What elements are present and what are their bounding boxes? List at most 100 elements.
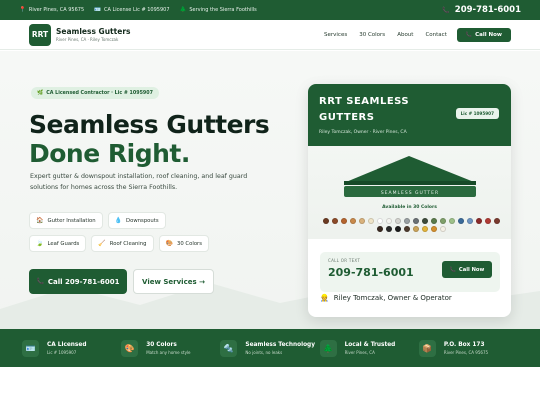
chip-gutter-installation[interactable]: 🏠 Gutter Installation — [29, 212, 103, 229]
feature-local: 🌲 Local & Trusted River Pines, CA — [319, 339, 419, 357]
card-subtitle: Riley Tomczak, Owner · River Pines, CA — [319, 130, 407, 135]
color-swatch[interactable] — [412, 226, 419, 232]
color-swatch[interactable] — [412, 218, 419, 224]
feature-sub: River Pines, CA — [344, 349, 375, 355]
worker-icon: 👷 — [320, 294, 329, 302]
id-card-icon: 🪪 — [22, 339, 39, 357]
color-swatch[interactable] — [367, 218, 374, 224]
color-swatch[interactable] — [421, 226, 428, 232]
color-swatch[interactable] — [475, 218, 482, 224]
feature-colors: 🎨 30 Colors Match any home style — [121, 339, 220, 357]
feature-seamless: 🔩 Seamless Technology No joints, no leaks — [220, 339, 319, 357]
color-swatch[interactable] — [322, 218, 329, 224]
chip-label: Downspouts — [126, 217, 159, 224]
roof-fascia — [344, 181, 476, 185]
license-badge: 🌿 CA Licensed Contractor · Lic # 1095907 — [31, 87, 159, 99]
color-swatch[interactable] — [430, 218, 437, 224]
color-swatch[interactable] — [448, 218, 455, 224]
color-swatch[interactable] — [358, 218, 365, 224]
nav-link-services[interactable]: Services — [324, 32, 347, 38]
color-swatch[interactable] — [385, 226, 392, 232]
feature-sub: Match any home style — [146, 349, 191, 355]
color-swatch[interactable] — [376, 226, 383, 232]
nav-call-now-button[interactable]: 📞 Call Now — [456, 27, 511, 42]
card-call-now-button[interactable]: 📞 Call Now — [442, 261, 492, 278]
color-swatch[interactable] — [394, 218, 401, 224]
color-swatch[interactable] — [340, 218, 347, 224]
droplet-icon: 💧 — [114, 217, 123, 224]
service-chips: 🏠 Gutter Installation 💧 Downspouts 🍃 Leaf G… — [29, 212, 229, 258]
color-swatch[interactable] — [331, 218, 338, 224]
color-swatch[interactable] — [457, 218, 464, 224]
color-swatch[interactable] — [376, 218, 383, 224]
brand-subtitle: River Pines, CA · Riley Tomczak — [56, 37, 119, 42]
feature-sub: Lic # 1095907 — [47, 349, 77, 355]
hero-call-button[interactable]: 📞 Call 209-781-6001 — [29, 269, 127, 294]
wrench-icon: 🔩 — [220, 339, 238, 357]
license-item: 🪪 CA License Lic # 1095907 — [94, 7, 169, 13]
gutter-illustration: SEAMLESS GUTTER — [344, 156, 476, 197]
owner-line: 👷 Riley Tomczak, Owner & Operator — [320, 294, 452, 302]
color-swatch[interactable] — [403, 226, 410, 232]
color-swatch[interactable] — [493, 218, 500, 224]
card-header: RRT SEAMLESS GUTTERS Riley Tomczak, Owne… — [308, 84, 511, 146]
palette-icon: 🎨 — [165, 240, 173, 247]
location-text: River Pines, CA 95675 — [28, 7, 85, 13]
chip-leaf-guards[interactable]: 🍃 Leaf Guards — [29, 235, 87, 252]
leaf-icon: 🌿 — [37, 90, 44, 96]
features-bar: 🪪 CA Licensed Lic # 1095907 🎨 30 Colors Ma… — [0, 329, 540, 367]
phone-icon: 📞 — [449, 266, 456, 273]
color-swatch[interactable] — [439, 218, 446, 224]
feature-title: Local & Trusted — [344, 341, 396, 348]
feature-title: 30 Colors — [146, 341, 177, 348]
chip-downspouts[interactable]: 💧 Downspouts — [107, 212, 166, 229]
pine-tree-icon: 🌲 — [319, 339, 337, 357]
nav-link-about[interactable]: About — [397, 32, 413, 38]
hero-call-label: Call 209-781-6001 — [47, 277, 120, 286]
chip-roof-cleaning[interactable]: 🧹 Roof Cleaning — [91, 235, 154, 252]
nav-call-now-label: Call Now — [475, 31, 502, 38]
color-swatch[interactable] — [439, 226, 446, 232]
feature-licensed: 🪪 CA Licensed Lic # 1095907 — [22, 339, 121, 357]
color-swatch[interactable] — [349, 218, 356, 224]
feature-title: CA Licensed — [47, 341, 87, 348]
nav-link-colors[interactable]: 30 Colors — [359, 32, 385, 38]
top-info-bar: 📍 River Pines, CA 95675 🪪 CA License Lic #… — [0, 0, 540, 20]
brand: Seamless Gutters River Pines, CA · Riley… — [56, 27, 130, 42]
hero-title-line2: Done Right. — [29, 139, 190, 168]
color-swatch[interactable] — [466, 218, 473, 224]
available-colors-label: Available in 30 Colors — [382, 205, 437, 210]
nav-link-contact[interactable]: Contact — [425, 32, 446, 38]
owner-text: Riley Tomczak, Owner & Operator — [333, 294, 452, 302]
service-area-text: Serving the Sierra Foothills — [189, 7, 257, 13]
chip-label: Roof Cleaning — [109, 240, 147, 247]
leaf-icon: 🍃 — [36, 240, 44, 247]
hero-lead: Expert gutter & downspout installation, … — [30, 173, 248, 191]
logo[interactable]: RRT — [29, 23, 51, 46]
color-swatch[interactable] — [430, 226, 437, 232]
hero-title-line1: Seamless Gutters — [29, 110, 270, 139]
id-card-icon: 🪪 — [94, 7, 101, 13]
color-swatch[interactable] — [385, 218, 392, 224]
chip-30-colors[interactable]: 🎨 30 Colors — [158, 235, 209, 252]
feature-title: P.O. Box 173 — [443, 341, 485, 348]
color-swatch[interactable] — [421, 218, 428, 224]
card-call-now-label: Call Now — [458, 266, 485, 273]
service-area-item: 🌲 Serving the Sierra Foothills — [180, 7, 257, 13]
hero-title: Seamless Gutters Done Right. — [29, 110, 270, 168]
pine-tree-icon: 🌲 — [179, 7, 187, 13]
card-license-pill: Lic # 1095907 — [455, 108, 499, 119]
location-pin-icon: 📍 — [19, 7, 26, 13]
top-phone-link[interactable]: 📞 209-781-6001 — [442, 5, 521, 15]
location-item: 📍 River Pines, CA 95675 — [19, 7, 84, 13]
color-swatch[interactable] — [484, 218, 491, 224]
feature-title: Seamless Technology — [245, 341, 315, 348]
top-phone-number: 209-781-6001 — [454, 5, 521, 15]
color-swatch[interactable] — [394, 226, 401, 232]
house-icon: 🏠 — [36, 217, 44, 224]
license-badge-text: CA Licensed Contractor · Lic # 1095907 — [46, 90, 153, 96]
view-services-button[interactable]: View Services → — [133, 269, 214, 294]
color-swatch[interactable] — [403, 218, 410, 224]
brand-name: Seamless Gutters — [56, 27, 131, 36]
gutter-illustration-panel: SEAMLESS GUTTER Available in 30 Colors — [308, 146, 511, 239]
